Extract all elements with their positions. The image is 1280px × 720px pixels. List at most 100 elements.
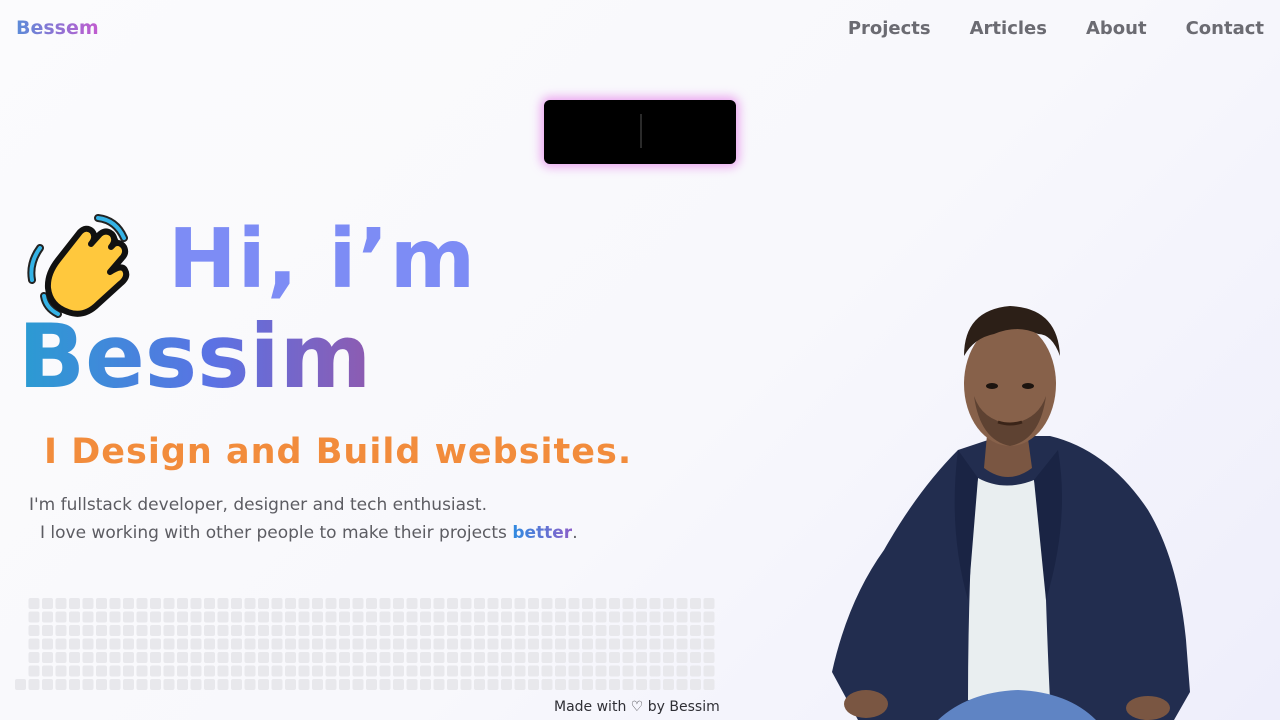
grid-cell — [541, 679, 553, 690]
grid-cell — [622, 652, 634, 663]
nav-about[interactable]: About — [1086, 18, 1147, 39]
grid-cell — [96, 665, 107, 677]
grid-cell — [190, 625, 202, 636]
grid-cell — [528, 652, 539, 663]
grid-cell — [406, 638, 418, 650]
grid-cell — [42, 611, 53, 623]
grid-cell — [163, 652, 175, 663]
grid-cell — [379, 611, 391, 623]
grid-cell — [420, 652, 431, 663]
grid-cell — [541, 665, 553, 677]
grid-cell — [541, 652, 553, 663]
grid-cell — [163, 679, 175, 690]
grid-cell — [285, 679, 296, 690]
grid-cell — [663, 638, 674, 650]
grid-cell — [649, 652, 661, 663]
grid-cell — [676, 598, 688, 609]
grid-cell — [393, 598, 404, 609]
grid-cell — [528, 625, 539, 636]
grid-cell — [285, 652, 296, 663]
grid-cell — [258, 638, 269, 650]
grid-cell — [622, 638, 634, 650]
grid-cell — [406, 652, 418, 663]
hero-tagline: I Design and Build websites. — [44, 432, 633, 472]
grid-cell — [109, 625, 121, 636]
grid-cell — [582, 665, 593, 677]
grid-cell — [379, 638, 391, 650]
grid-cell — [312, 598, 323, 609]
grid-cell — [136, 679, 148, 690]
grid-cell — [528, 665, 539, 677]
grid-cell — [379, 665, 391, 677]
grid-cell — [352, 665, 364, 677]
grid-cell — [433, 679, 445, 690]
grid-cell — [258, 665, 269, 677]
desc-highlight: better — [512, 523, 573, 543]
grid-cell — [649, 665, 661, 677]
grid-cell — [217, 679, 229, 690]
grid-cell — [663, 625, 674, 636]
grid-cell — [555, 598, 566, 609]
nav-articles[interactable]: Articles — [970, 18, 1047, 39]
grid-cell — [82, 638, 94, 650]
grid-cell — [42, 638, 53, 650]
grid-cell — [663, 665, 674, 677]
nav-projects[interactable]: Projects — [848, 18, 931, 39]
grid-cell — [258, 598, 269, 609]
grid-cell — [285, 625, 296, 636]
grid-cell — [136, 598, 148, 609]
grid-cell — [528, 598, 539, 609]
grid-cell — [204, 611, 215, 623]
grid-cell — [217, 638, 229, 650]
grid-cell — [109, 665, 121, 677]
grid-cell — [447, 679, 458, 690]
grid-cell — [595, 625, 607, 636]
grid-cell — [231, 598, 242, 609]
grid-cell — [447, 625, 458, 636]
grid-cell — [420, 625, 431, 636]
grid-cell — [487, 652, 499, 663]
grid-cell — [285, 611, 296, 623]
grid-cell — [271, 679, 283, 690]
grid-cell — [487, 598, 499, 609]
grid-cell — [555, 652, 566, 663]
grid-cell — [150, 665, 161, 677]
grid-cell — [285, 598, 296, 609]
grid-cell — [460, 625, 472, 636]
grid-cell — [69, 665, 80, 677]
grid-cell — [352, 625, 364, 636]
grid-cell — [568, 665, 580, 677]
grid-cell — [420, 598, 431, 609]
grid-cell — [163, 638, 175, 650]
grid-cell — [663, 598, 674, 609]
grid-cell — [325, 638, 337, 650]
grid-cell — [258, 652, 269, 663]
nav-contact[interactable]: Contact — [1186, 18, 1264, 39]
grid-cell — [28, 611, 40, 623]
grid-cell — [298, 665, 310, 677]
grid-cell — [528, 638, 539, 650]
grid-cell — [42, 598, 53, 609]
grid-cell — [325, 665, 337, 677]
footer-credit: Made with ♡ by Bessim — [554, 699, 720, 715]
grid-cell — [244, 625, 256, 636]
grid-cell — [28, 598, 40, 609]
grid-cell — [177, 611, 188, 623]
grid-cell — [595, 652, 607, 663]
grid-cell — [406, 611, 418, 623]
grid-cell — [15, 679, 26, 690]
grid-cell — [123, 665, 134, 677]
grid-cell — [514, 638, 526, 650]
brand-logo[interactable]: Bessem — [16, 17, 99, 39]
grid-cell — [609, 679, 620, 690]
grid-cell — [204, 665, 215, 677]
grid-cell — [96, 611, 107, 623]
grid-cell — [96, 679, 107, 690]
grid-cell — [649, 638, 661, 650]
grid-cell — [298, 652, 310, 663]
grid-cell — [150, 611, 161, 623]
grid-cell — [447, 638, 458, 650]
grid-cell — [150, 638, 161, 650]
grid-cell — [636, 611, 647, 623]
grid-cell — [204, 598, 215, 609]
